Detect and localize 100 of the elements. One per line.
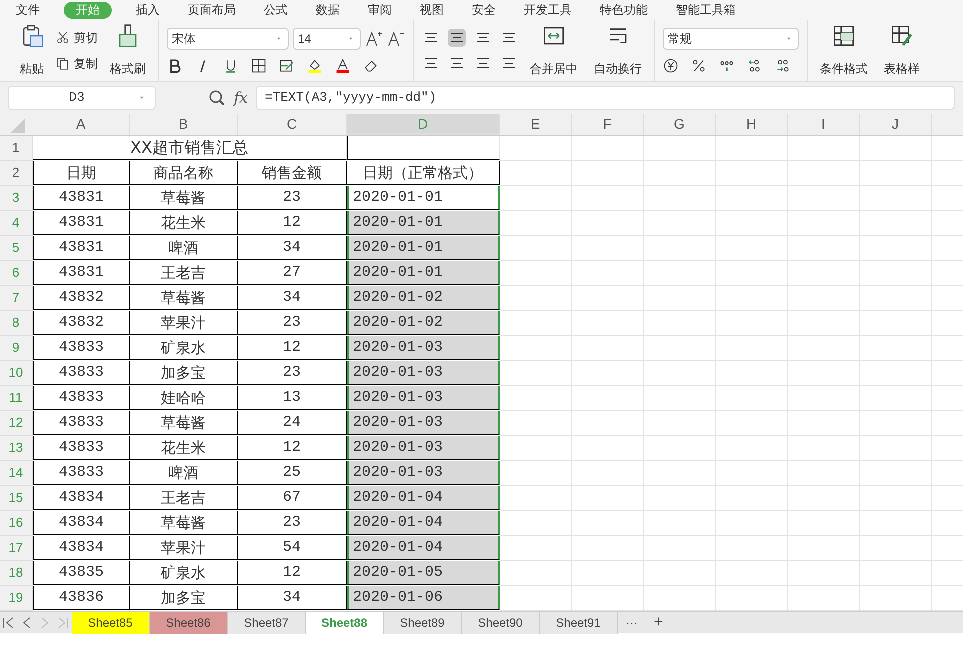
zoom-icon[interactable]: [208, 89, 226, 107]
table-cell: 2020-01-06: [347, 586, 500, 610]
table-cell: 2020-01-04: [347, 511, 500, 535]
sheet-tab[interactable]: Sheet90: [462, 612, 540, 634]
table-cell: 2020-01-05: [347, 561, 500, 585]
table-cell: 43831: [33, 186, 130, 210]
table-cell: 2020-01-04: [347, 536, 500, 560]
font-color-icon[interactable]: [335, 58, 351, 74]
decrease-decimal-icon[interactable]: [775, 58, 791, 74]
format-painter-button[interactable]: 格式刷: [106, 24, 150, 78]
table-cell: 43831: [33, 261, 130, 285]
cell-style-icon[interactable]: [279, 58, 295, 74]
table-cell: 2020-01-04: [347, 486, 500, 510]
column-heading: 日期（正常格式）: [347, 161, 500, 185]
row-header[interactable]: 1: [0, 136, 33, 161]
column-header[interactable]: B: [130, 114, 238, 135]
table-cell: 2020-01-03: [347, 361, 500, 385]
column-header[interactable]: J: [860, 114, 932, 135]
column-header[interactable]: A: [33, 114, 130, 135]
table-cell: 43836: [33, 586, 130, 610]
menu-tab[interactable]: 页面布局: [184, 2, 240, 18]
table-cell: 2020-01-03: [347, 386, 500, 410]
column-header[interactable]: I: [788, 114, 860, 135]
row-header[interactable]: 2: [0, 161, 33, 186]
table-cell: 草莓酱: [130, 511, 238, 535]
add-sheet-button[interactable]: +: [646, 610, 672, 634]
table-style-button[interactable]: 表格样: [880, 24, 924, 78]
table-cell: 加多宝: [130, 361, 238, 385]
table-cell: 草莓酱: [130, 411, 238, 435]
table-cell: 43833: [33, 411, 130, 435]
number-format-field[interactable]: 常规: [663, 28, 799, 50]
conditional-format-button[interactable]: 条件格式: [816, 24, 872, 78]
currency-icon[interactable]: [663, 58, 679, 74]
menu-tab[interactable]: 智能工具箱: [672, 2, 740, 18]
increase-decimal-icon[interactable]: [747, 58, 763, 74]
percent-icon[interactable]: [691, 58, 707, 74]
sheet-tab[interactable]: Sheet85: [72, 612, 150, 634]
sheet-tab[interactable]: Sheet87: [228, 612, 306, 634]
increase-font-icon[interactable]: [365, 30, 383, 48]
table-cell: 43833: [33, 336, 130, 360]
table-cell: 43833: [33, 361, 130, 385]
copy-button[interactable]: 复制: [56, 54, 98, 72]
table-cell: 43834: [33, 486, 130, 510]
table-cell: 2020-01-01: [347, 236, 500, 260]
table-cell: 草莓酱: [130, 186, 238, 210]
table-title: XX超市销售汇总: [33, 136, 347, 160]
scissors-icon[interactable]: [56, 30, 70, 44]
menu-tab[interactable]: 审阅: [364, 2, 396, 18]
table-cell: 43832: [33, 311, 130, 335]
decrease-font-icon[interactable]: [387, 30, 405, 48]
column-heading: 日期: [33, 161, 130, 185]
table-cell: 矿泉水: [130, 561, 238, 585]
menu-tab[interactable]: 特色功能: [596, 2, 652, 18]
table-cell: 43833: [33, 436, 130, 460]
align-middle-icon[interactable]: [448, 28, 466, 46]
wrap-text-button[interactable]: 自动换行: [590, 24, 646, 78]
sheet-tab[interactable]: Sheet89: [384, 612, 462, 634]
column-header[interactable]: H: [716, 114, 788, 135]
table-cell: 加多宝: [130, 586, 238, 610]
sheet-tab[interactable]: Sheet88: [306, 612, 384, 634]
table-cell: 43834: [33, 536, 130, 560]
column-header[interactable]: E: [500, 114, 572, 135]
table-cell: 苹果汁: [130, 536, 238, 560]
sheet-tab[interactable]: Sheet91: [540, 612, 618, 634]
font-field[interactable]: 宋体: [167, 28, 289, 50]
table-cell: 2020-01-03: [347, 411, 500, 435]
table-cell: 王老吉: [130, 486, 238, 510]
column-heading: 销售金额: [238, 161, 347, 185]
menu-tab[interactable]: 数据: [312, 2, 344, 18]
menu-tab[interactable]: 文件: [12, 2, 44, 18]
paste-button[interactable]: 粘贴: [16, 24, 48, 78]
table-cell: 苹果汁: [130, 311, 238, 335]
menu-tab[interactable]: 插入: [132, 2, 164, 18]
table-cell: 43835: [33, 561, 130, 585]
table-cell: 2020-01-03: [347, 436, 500, 460]
table-cell: 43832: [33, 286, 130, 310]
table-cell: 2020-01-03: [347, 336, 500, 360]
borders-icon[interactable]: [251, 58, 267, 74]
column-header[interactable]: G: [644, 114, 716, 135]
sheet-tab[interactable]: Sheet86: [150, 612, 228, 634]
table-cell: 娃哈哈: [130, 386, 238, 410]
menu-tab[interactable]: 安全: [468, 2, 500, 18]
fill-color-icon[interactable]: [307, 58, 323, 74]
menu-tab[interactable]: 公式: [260, 2, 292, 18]
table-grid-icon[interactable]: [832, 24, 856, 48]
column-header[interactable]: F: [572, 114, 644, 135]
name-box[interactable]: D3: [8, 86, 156, 110]
copy-icon[interactable]: [56, 56, 70, 70]
table-cell: 2020-01-02: [347, 286, 500, 310]
function-label[interactable]: fx: [234, 86, 248, 110]
font-size-field[interactable]: 14: [293, 28, 361, 50]
table-cell: 草莓酱: [130, 286, 238, 310]
menu-tab[interactable]: 开发工具: [520, 2, 576, 18]
table-cell: 矿泉水: [130, 336, 238, 360]
more-sheets-button[interactable]: ···: [618, 614, 646, 632]
table-brush-icon[interactable]: [890, 24, 914, 48]
merge-center-button[interactable]: 合并居中: [526, 24, 582, 78]
formula-field[interactable]: =TEXT(A3,"yyyy-mm-dd"): [256, 86, 955, 110]
menu-tab[interactable]: 视图: [416, 2, 448, 18]
cut-button[interactable]: 剪切: [56, 28, 98, 46]
